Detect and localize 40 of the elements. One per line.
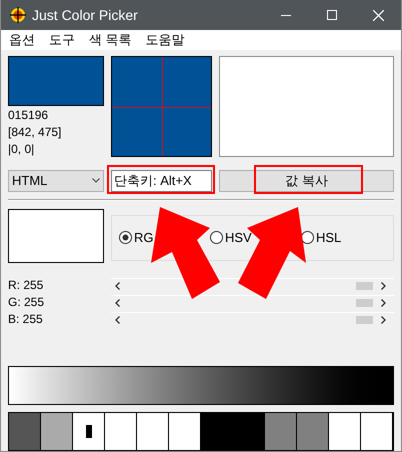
menu-item[interactable]: 옵션 [9, 30, 35, 50]
radio-button[interactable] [210, 231, 223, 244]
close-icon [372, 10, 384, 20]
channel-label: B: 255 [8, 311, 44, 328]
slider-thumb[interactable] [356, 298, 373, 307]
channel-label: G: 255 [8, 294, 46, 312]
channel-label: R: 255 [8, 277, 44, 294]
minimize-icon [281, 14, 291, 16]
radio-label: HSL [316, 228, 342, 247]
menu-item[interactable]: 도구 [49, 30, 75, 50]
hex-value: 015196 [8, 107, 50, 124]
color-swatch[interactable] [169, 412, 201, 450]
color-swatch[interactable] [9, 412, 41, 450]
color-swatch[interactable] [297, 412, 329, 450]
menu-item[interactable]: 색 목록 [89, 30, 132, 50]
maximize-icon [327, 10, 337, 20]
offset-value: |0, 0| [8, 141, 36, 158]
window-title: Just Color Picker [32, 6, 138, 24]
color-swatch[interactable] [41, 412, 73, 450]
format-dropdown[interactable]: HTML [8, 170, 104, 192]
color-swatch[interactable] [329, 412, 361, 450]
slider-thumb[interactable] [356, 316, 373, 324]
cursor-position: [842, 475] [8, 124, 62, 141]
color-swatch[interactable] [73, 412, 105, 450]
chevron-down-icon [92, 178, 100, 184]
slider-thumb[interactable] [356, 282, 373, 290]
color-swatch[interactable] [233, 412, 265, 450]
menu-item[interactable]: 도움말 [146, 30, 185, 50]
color-swatch[interactable] [265, 412, 297, 450]
color-swatch[interactable] [105, 412, 137, 450]
color-swatch[interactable] [361, 412, 393, 450]
radio-label: HSV [225, 228, 252, 247]
shortcut-field[interactable]: 단축키: Alt+X [111, 170, 212, 192]
radio-label: RG [134, 228, 154, 247]
radio-button[interactable] [119, 231, 132, 244]
copy-value-button[interactable]: 값 복사 [219, 170, 394, 192]
color-swatch[interactable] [137, 412, 169, 450]
radio-button[interactable] [301, 231, 314, 244]
crosshair-logo-icon [10, 7, 26, 23]
color-swatch[interactable] [201, 412, 233, 450]
